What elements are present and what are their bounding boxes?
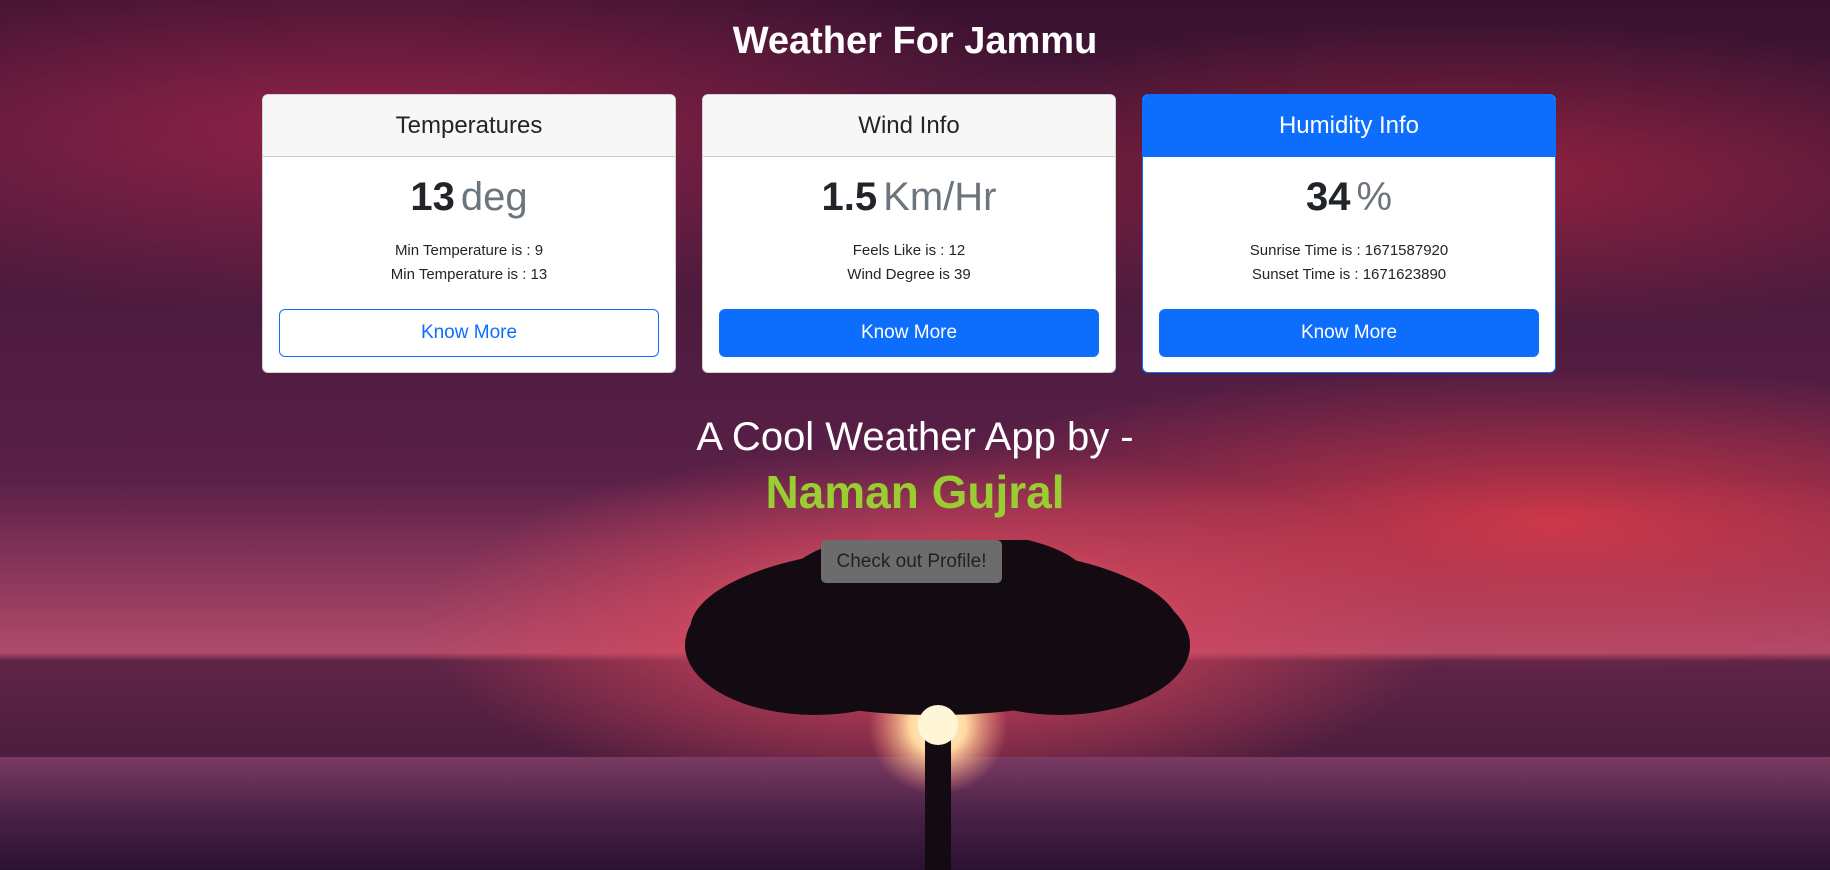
info-line: Sunrise Time is : 1671587920 (1249, 242, 1449, 259)
value-unit: Km/Hr (883, 175, 997, 219)
author-name: Naman Gujral (765, 466, 1065, 518)
card-info: Feels Like is : 12 Wind Degree is 39 (703, 239, 1115, 287)
card-info: Min Temperature is : 9 Min Temperature i… (263, 239, 675, 287)
know-more-button[interactable]: Know More (719, 309, 1099, 357)
card-header: Temperatures (263, 95, 675, 157)
know-more-button[interactable]: Know More (1159, 309, 1539, 357)
page-title: Weather For Jammu (732, 20, 1098, 62)
value-number: 1.5 (821, 175, 878, 219)
value-number: 34 (1305, 175, 1351, 219)
wind-card: Wind Info 1.5 Km/Hr Feels Like is : 12 Wi… (702, 94, 1116, 373)
know-more-button[interactable]: Know More (279, 309, 659, 357)
card-info: Sunrise Time is : 1671587920 Sunset Time… (1143, 239, 1555, 287)
tagline: A Cool Weather App by - (696, 415, 1134, 459)
info-line: Sunset Time is : 1671623890 (1251, 266, 1447, 283)
info-line: Min Temperature is : 9 (394, 242, 544, 259)
value-unit: % (1356, 175, 1393, 219)
card-header: Humidity Info (1143, 95, 1555, 157)
card-header: Wind Info (703, 95, 1115, 157)
info-line: Wind Degree is 39 (847, 266, 971, 283)
value-unit: deg (460, 175, 528, 219)
value-number: 13 (410, 175, 455, 219)
humidity-value: 34% (1143, 175, 1555, 223)
check-profile-button[interactable]: Check out Profile! (821, 540, 1002, 583)
tree-silhouette-icon (685, 540, 1190, 870)
temperatures-card: Temperatures 13 deg Min Temperature is : … (262, 94, 676, 373)
info-line: Feels Like is : 12 (852, 242, 966, 259)
info-line: Min Temperature is : 13 (390, 266, 548, 283)
wind-value: 1.5 Km/Hr (703, 175, 1115, 223)
humidity-card: Humidity Info 34% Sunrise Time is : 1671… (1142, 94, 1556, 373)
temperature-value: 13 deg (263, 175, 675, 223)
